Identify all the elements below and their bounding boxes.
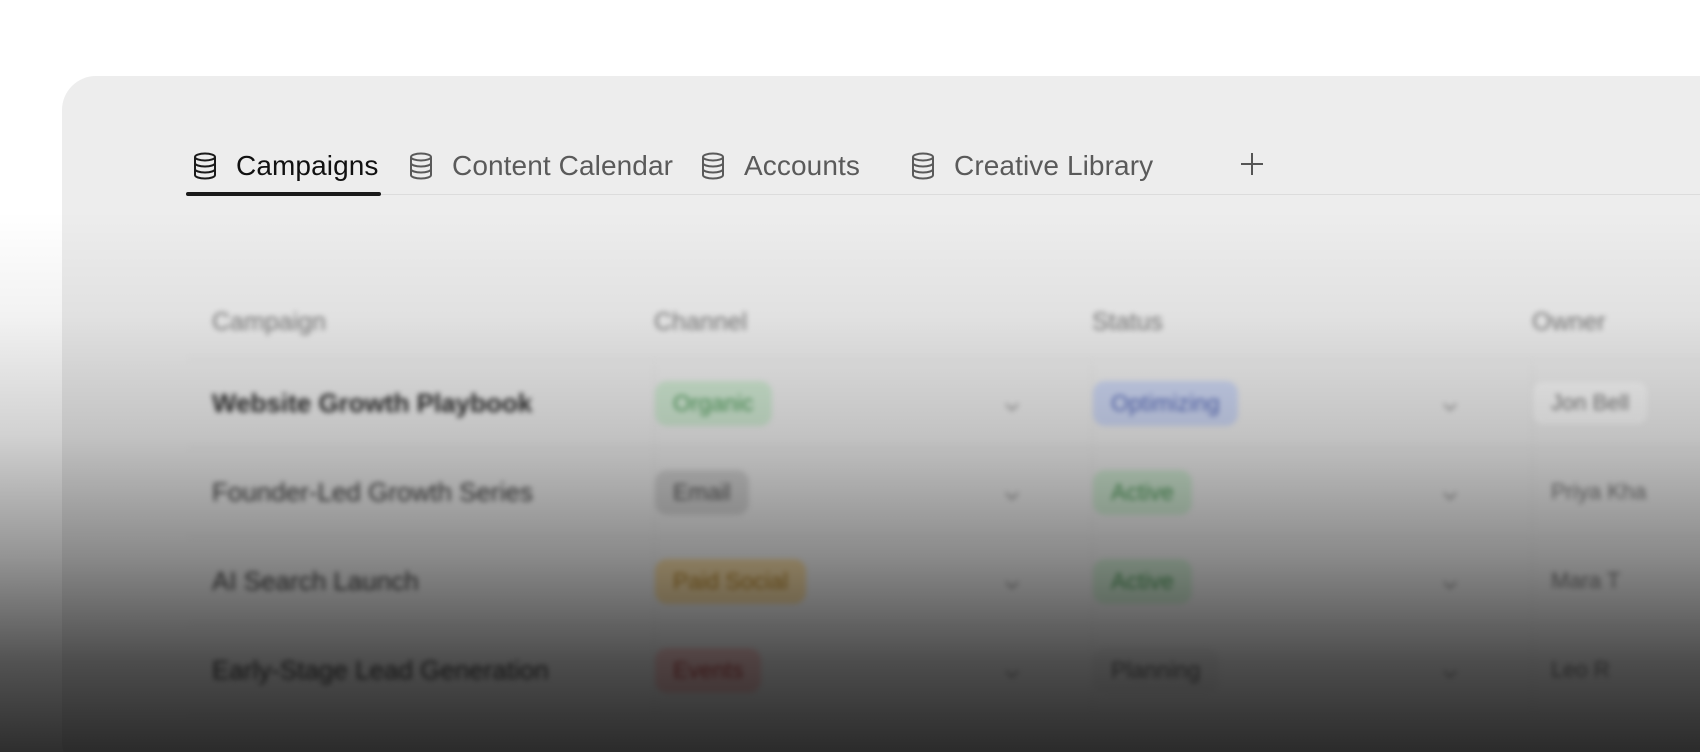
channel-cell[interactable]: Events bbox=[654, 626, 1075, 714]
owner-cell[interactable]: Priya Kha bbox=[1532, 448, 1700, 536]
tab-content-calendar[interactable]: Content Calendar bbox=[408, 138, 673, 194]
chevron-down-icon[interactable] bbox=[1441, 570, 1459, 590]
database-icon bbox=[192, 152, 218, 180]
status-chip: Active bbox=[1093, 558, 1192, 604]
table-row[interactable]: AI Search Launch Paid Social Active Mara… bbox=[188, 537, 1700, 626]
chevron-down-icon[interactable] bbox=[1441, 481, 1459, 501]
database-icon bbox=[408, 152, 434, 180]
column-header-campaign[interactable]: Campaign bbox=[212, 286, 652, 358]
channel-chip: Paid Social bbox=[655, 558, 807, 604]
campaign-name: Website Growth Playbook bbox=[212, 387, 533, 418]
table-row[interactable]: Early-Stage Lead Generation Events Plann… bbox=[188, 626, 1700, 715]
table-header-row: Campaign Channel Status Owner bbox=[188, 286, 1700, 359]
tab-label: Accounts bbox=[744, 150, 860, 181]
status-chip: Planning bbox=[1093, 647, 1219, 693]
column-header-channel[interactable]: Channel bbox=[654, 286, 1074, 358]
tab-label: Content Calendar bbox=[452, 150, 674, 181]
chevron-down-icon[interactable] bbox=[1441, 392, 1459, 412]
tab-label: Campaigns bbox=[236, 150, 379, 181]
channel-cell[interactable]: Email bbox=[654, 448, 1075, 536]
app-window: Campaigns Content Calendar Accounts Crea… bbox=[62, 76, 1700, 752]
owner-cell[interactable]: Mara T bbox=[1532, 537, 1700, 625]
channel-cell[interactable]: Paid Social bbox=[654, 537, 1075, 625]
status-cell[interactable]: Active bbox=[1092, 448, 1513, 536]
status-chip: Active bbox=[1093, 469, 1192, 515]
chevron-down-icon[interactable] bbox=[1003, 570, 1021, 590]
table-row[interactable]: Website Growth Playbook Organic Optimizi… bbox=[188, 359, 1700, 448]
add-tab-button[interactable] bbox=[1234, 148, 1270, 184]
owner-name: Mara T bbox=[1551, 568, 1621, 593]
status-cell[interactable]: Optimizing bbox=[1092, 359, 1513, 447]
tab-bar: Campaigns Content Calendar Accounts Crea… bbox=[186, 138, 1700, 196]
tab-campaigns[interactable]: Campaigns bbox=[186, 138, 381, 196]
chevron-down-icon[interactable] bbox=[1003, 659, 1021, 679]
plus-icon bbox=[1239, 151, 1265, 182]
owner-cell[interactable]: Jon Bell bbox=[1532, 359, 1700, 447]
column-header-owner[interactable]: Owner bbox=[1532, 286, 1700, 358]
chevron-down-icon[interactable] bbox=[1441, 659, 1459, 679]
campaigns-table: Campaign Channel Status Owner Website Gr… bbox=[188, 286, 1700, 715]
chevron-down-icon[interactable] bbox=[1003, 392, 1021, 412]
channel-chip: Email bbox=[655, 469, 749, 515]
database-icon bbox=[910, 152, 936, 180]
database-icon bbox=[700, 152, 726, 180]
campaign-name: Early-Stage Lead Generation bbox=[212, 654, 549, 685]
tab-creative-library[interactable]: Creative Library bbox=[910, 138, 1153, 194]
table-row[interactable]: Founder-Led Growth Series Email Active P… bbox=[188, 448, 1700, 537]
owner-cell[interactable]: Leo R bbox=[1532, 626, 1700, 714]
owner-name: Jon Bell bbox=[1533, 382, 1648, 424]
tab-label: Creative Library bbox=[954, 150, 1154, 181]
channel-chip: Events bbox=[655, 647, 762, 693]
channel-chip: Organic bbox=[655, 380, 772, 426]
channel-cell[interactable]: Organic bbox=[654, 359, 1075, 447]
campaign-name: AI Search Launch bbox=[212, 565, 419, 596]
status-chip: Optimizing bbox=[1093, 380, 1238, 426]
status-cell[interactable]: Active bbox=[1092, 537, 1513, 625]
owner-name: Priya Kha bbox=[1551, 479, 1647, 504]
status-cell[interactable]: Planning bbox=[1092, 626, 1513, 714]
chevron-down-icon[interactable] bbox=[1003, 481, 1021, 501]
stage: Campaigns Content Calendar Accounts Crea… bbox=[0, 0, 1700, 752]
column-header-status[interactable]: Status bbox=[1092, 286, 1512, 358]
campaign-name: Founder-Led Growth Series bbox=[212, 476, 533, 507]
tab-accounts[interactable]: Accounts bbox=[700, 138, 860, 194]
owner-name: Leo R bbox=[1551, 657, 1610, 682]
